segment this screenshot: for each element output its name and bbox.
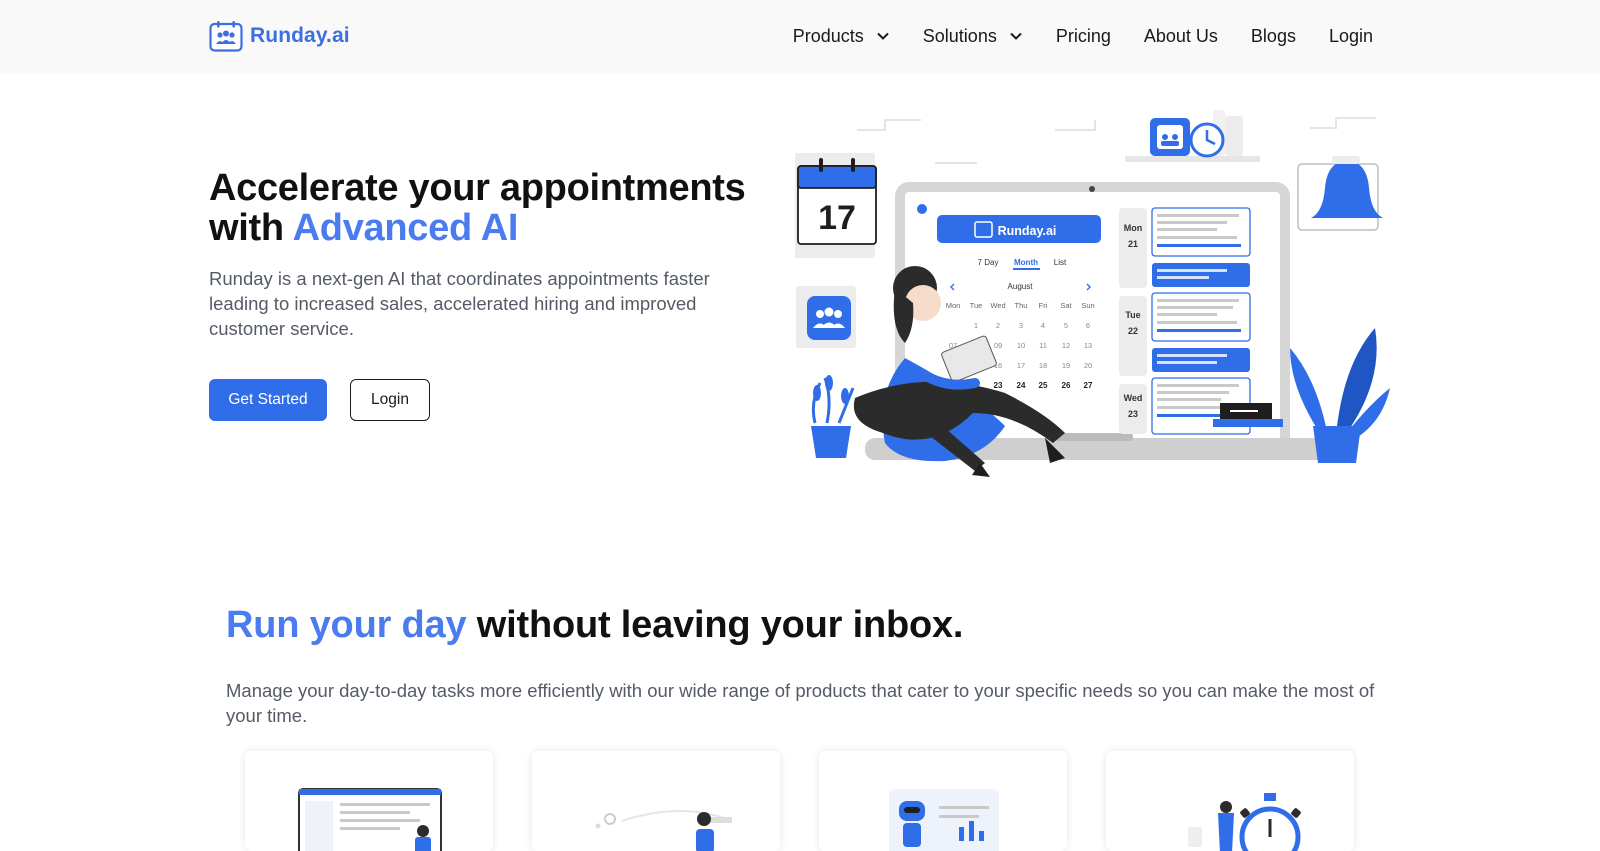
brand-name: Runday.ai	[250, 24, 350, 47]
schedule-day: Tue	[1125, 310, 1140, 320]
person-illustration	[595, 810, 733, 851]
nav-about-us[interactable]: About Us	[1144, 26, 1218, 47]
day-cell: 2	[996, 321, 1000, 330]
day-cell: 26	[1062, 381, 1071, 390]
hero-title-accent: Advanced AI	[292, 207, 519, 249]
weekday: Tue	[970, 301, 983, 310]
app-name: Runday.ai	[998, 224, 1057, 238]
schedule-day: Wed	[1124, 393, 1143, 403]
background-decor	[857, 117, 1376, 164]
day-cell: 27	[1084, 381, 1093, 390]
day-cell: 3	[1019, 321, 1023, 330]
day-cell: 09	[994, 341, 1002, 350]
weekday: Mon	[946, 301, 961, 310]
left-plant	[811, 375, 855, 458]
weekday: Sun	[1081, 301, 1094, 310]
schedule-date: 23	[1128, 409, 1138, 419]
tab-list: List	[1054, 258, 1067, 267]
product-card[interactable]	[1106, 751, 1354, 851]
section-title-rest: without leaving your inbox.	[466, 604, 964, 646]
weekday: Thu	[1015, 301, 1028, 310]
day-cell: 20	[1084, 361, 1092, 370]
nav-pricing[interactable]: Pricing	[1056, 26, 1111, 47]
product-card[interactable]	[245, 751, 493, 851]
message-list	[1151, 207, 1251, 435]
schedule-date: 21	[1128, 239, 1138, 249]
date-card-day: 17	[818, 199, 856, 237]
get-started-button[interactable]: Get Started	[209, 379, 327, 421]
day-cell: 5	[1064, 321, 1068, 330]
inbox-screen-illustration	[298, 788, 442, 851]
schedule-date: 22	[1128, 326, 1138, 336]
brand-logo[interactable]: Runday.ai	[209, 20, 350, 52]
day-cell: 24	[1017, 381, 1026, 390]
weekday: Fri	[1039, 301, 1048, 310]
section-title: Run your day without leaving your inbox.	[226, 604, 963, 647]
stopwatch-illustration	[1188, 793, 1301, 851]
hero-title: Accelerate your appointments with Advanc…	[209, 168, 769, 248]
hero-description: Runday is a next-gen AI that coordinates…	[209, 268, 710, 339]
nav-products-label: Products	[792, 25, 864, 46]
nav-products[interactable]: Products	[793, 26, 890, 47]
weekday: Sat	[1060, 301, 1072, 310]
day-cell: 18	[1039, 361, 1047, 370]
hero-illustration: 17 Runday.ai 7 Day Month List August Mon…	[795, 110, 1390, 477]
day-cell: 23	[994, 381, 1003, 390]
day-cell: 19	[1062, 361, 1070, 370]
product-card[interactable]	[819, 751, 1067, 851]
chevron-down-icon	[877, 32, 889, 40]
section-title-accent: Run your day	[226, 604, 467, 646]
shelf	[1125, 156, 1260, 162]
nav-solutions-label: Solutions	[922, 25, 997, 46]
day-cell: 13	[1084, 341, 1092, 350]
day-cell: 12	[1062, 341, 1070, 350]
day-cell: 10	[1017, 341, 1025, 350]
schedule-day: Mon	[1124, 223, 1143, 233]
month-label: August	[1008, 282, 1034, 291]
product-card[interactable]	[532, 751, 780, 851]
calendar-team-icon	[209, 21, 243, 52]
robot-illustration	[889, 789, 999, 851]
tab-month: Month	[1014, 258, 1038, 267]
hero-login-button[interactable]: Login	[350, 379, 430, 421]
nav-solutions[interactable]: Solutions	[923, 26, 1023, 47]
day-cell: 11	[1039, 341, 1047, 350]
weekday: Wed	[990, 301, 1005, 310]
day-cell: 1	[974, 321, 978, 330]
day-cell: 17	[1017, 361, 1025, 370]
section-description: Manage your day-to-day tasks more effici…	[226, 680, 1375, 726]
team-icon-card	[807, 296, 851, 340]
nav-login[interactable]: Login	[1329, 26, 1373, 47]
nav-blogs[interactable]: Blogs	[1251, 26, 1296, 47]
top-navbar: Runday.ai Products Solutions Pricing Abo…	[0, 0, 1600, 72]
chevron-down-icon	[1010, 32, 1022, 40]
tab-7day: 7 Day	[978, 258, 999, 267]
day-cell: 4	[1041, 321, 1045, 330]
nav-links: Products Solutions Pricing About Us Blog…	[793, 0, 1373, 72]
day-cell: 25	[1039, 381, 1048, 390]
day-cell: 6	[1086, 321, 1090, 330]
